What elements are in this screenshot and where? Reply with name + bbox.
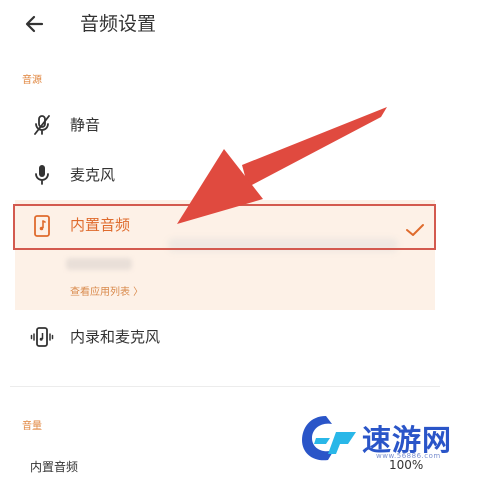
option-microphone[interactable]: 麦克风 xyxy=(0,152,440,198)
blurred-app-names xyxy=(66,258,132,270)
divider xyxy=(10,386,440,387)
microphone-icon xyxy=(30,163,54,187)
view-app-list-link[interactable]: 查看应用列表 〉 xyxy=(70,283,143,298)
option-mute-label: 静音 xyxy=(70,116,101,134)
mic-off-icon xyxy=(30,113,54,137)
volume-item-value: 100% xyxy=(389,458,424,472)
watermark-logo-icon xyxy=(296,410,358,466)
option-internal-and-mic[interactable]: 内录和麦克风 xyxy=(0,314,440,360)
source-section-label: 音源 xyxy=(22,75,42,86)
watermark-url: www.56886.com xyxy=(376,452,441,460)
option-internal-audio-label: 内置音频 xyxy=(70,216,131,234)
volume-section-label: 音量 xyxy=(22,421,42,432)
checkmark-icon xyxy=(404,222,426,238)
volume-item-label: 内置音频 xyxy=(30,460,79,474)
option-mute[interactable]: 静音 xyxy=(0,102,440,148)
page-title: 音频设置 xyxy=(80,13,157,35)
back-arrow-icon[interactable] xyxy=(22,10,50,38)
internal-and-mic-icon xyxy=(30,325,54,349)
option-internal-and-mic-label: 内录和麦克风 xyxy=(70,328,161,346)
option-microphone-label: 麦克风 xyxy=(70,166,116,184)
music-file-icon xyxy=(30,214,54,238)
